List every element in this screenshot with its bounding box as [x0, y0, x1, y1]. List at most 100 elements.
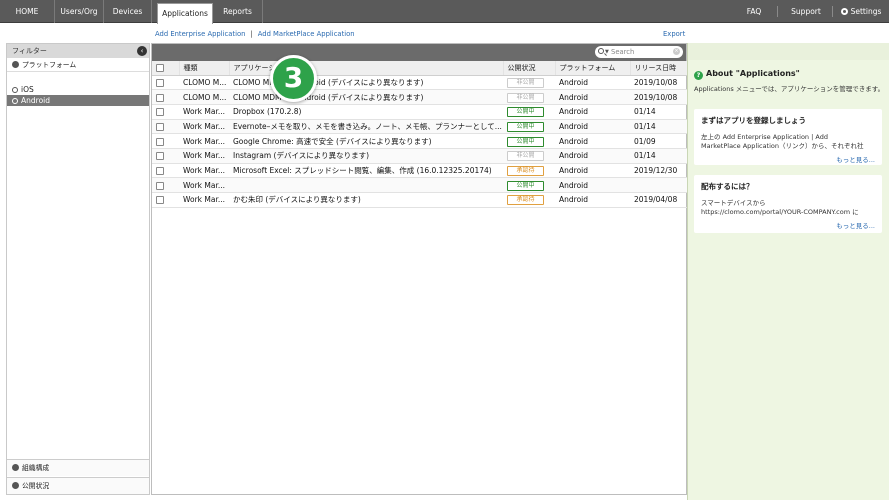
- tab-home[interactable]: HOME: [0, 0, 55, 23]
- select-all-checkbox[interactable]: [156, 63, 164, 72]
- platform-section-label: プラットフォーム: [22, 61, 77, 69]
- column-header-status[interactable]: 公開状況: [503, 61, 556, 76]
- row-checkbox[interactable]: [156, 181, 164, 190]
- help-description: Applications メニューでは、アプリケーションを管理できます。: [694, 85, 885, 93]
- row-checkbox[interactable]: [156, 78, 164, 87]
- table-row[interactable]: Work Mar... かむ朱印 (デバイスにより異なります) 承認待 Android…: [152, 192, 687, 208]
- radio-icon: [12, 87, 18, 93]
- table-row[interactable]: Work Mar... 公開中 Android: [152, 177, 687, 193]
- application-name-cell: [229, 177, 503, 193]
- search-placeholder: Search: [611, 48, 635, 56]
- table-row[interactable]: Work Mar... Evernote–メモを取り、メモを書き込み。ノート、メモ…: [152, 119, 687, 135]
- clear-icon[interactable]: ×: [673, 48, 680, 55]
- status-section-label: 公開状況: [22, 482, 50, 490]
- faq-link[interactable]: FAQ: [736, 0, 772, 23]
- table-row[interactable]: Work Mar... Google Chrome: 高速で安全 (デバイスにより…: [152, 133, 687, 149]
- release-date-cell: 01/14: [630, 104, 687, 120]
- type-cell: CLOMO M...: [179, 75, 229, 91]
- row-select-cell: [152, 133, 179, 149]
- platform-section-toggle[interactable]: プラットフォーム: [7, 58, 149, 72]
- column-header-platform[interactable]: プラットフォーム: [555, 61, 631, 76]
- platform-cell: Android: [555, 104, 630, 120]
- platform-android-label: Android: [21, 96, 50, 105]
- column-header-release-date[interactable]: リリース日時: [630, 61, 688, 76]
- row-checkbox[interactable]: [156, 108, 164, 117]
- table-row[interactable]: CLOMO M... CLOMO MDM for Android (デバイスにより…: [152, 89, 687, 105]
- search-input[interactable]: ▼ Search ×: [595, 46, 683, 58]
- table-row[interactable]: Work Mar... Dropbox (170.2.8) 公開中 Android 01…: [152, 104, 687, 120]
- type-cell: Work Mar...: [179, 163, 229, 179]
- applications-table: 種類 アプリケーション 公開状況 プラットフォーム リリース日時 CLOMO M…: [152, 61, 688, 208]
- status-cell: 非公開: [503, 148, 555, 164]
- gear-icon: [840, 8, 848, 15]
- step-number-badge: 3: [270, 55, 317, 102]
- help-title-text: About "Applications": [706, 69, 800, 78]
- nav-divider: [832, 6, 833, 17]
- platform-cell: Android: [555, 177, 630, 193]
- row-select-cell: [152, 119, 179, 135]
- release-date-cell: [630, 177, 687, 193]
- platform-filter-android[interactable]: Android: [7, 95, 149, 106]
- tab-users-org[interactable]: Users/Org: [55, 0, 104, 23]
- read-more-link[interactable]: もっと見る...: [701, 154, 875, 164]
- help-card-register: まずはアプリを登録しましょう 左上の Add Enterprise Applic…: [694, 109, 882, 165]
- status-badge: 非公開: [507, 77, 544, 88]
- tab-reports[interactable]: Reports: [213, 0, 263, 23]
- help-panel-header: [688, 43, 889, 60]
- release-date-cell: 01/14: [630, 148, 687, 164]
- release-date-cell: 01/09: [630, 133, 687, 149]
- type-cell: Work Mar...: [179, 192, 229, 208]
- expand-icon: [12, 464, 19, 471]
- chevron-down-icon: ▼: [605, 49, 609, 55]
- status-cell: 公開中: [503, 119, 555, 135]
- status-cell: 公開中: [503, 177, 555, 193]
- support-link[interactable]: Support: [785, 0, 827, 23]
- platform-ios-label: iOS: [21, 85, 34, 94]
- tab-devices[interactable]: Devices: [104, 0, 152, 23]
- filter-header: フィルター ‹: [7, 44, 149, 58]
- table-row[interactable]: Work Mar... Instagram (デバイスにより異なります) 非公開 An…: [152, 148, 687, 164]
- table-row[interactable]: CLOMO M... CLOMO MDM for Android (デバイスにより…: [152, 75, 687, 91]
- column-header-type[interactable]: 種類: [179, 61, 230, 76]
- settings-label: Settings: [850, 7, 882, 16]
- action-links: Add Enterprise Application | Add MarketPla…: [155, 30, 355, 38]
- row-select-cell: [152, 104, 179, 120]
- row-checkbox[interactable]: [156, 166, 164, 175]
- status-badge: 公開中: [507, 136, 544, 147]
- org-section-toggle[interactable]: 組織構成: [7, 459, 149, 476]
- row-select-cell: [152, 163, 179, 179]
- export-link[interactable]: Export: [663, 30, 685, 38]
- table-row[interactable]: Work Mar... Microsoft Excel: スプレッドシート閲覧、編…: [152, 163, 687, 179]
- platform-cell: Android: [555, 133, 630, 149]
- type-cell: Work Mar...: [179, 177, 229, 193]
- link-separator: |: [250, 30, 253, 38]
- status-section-toggle[interactable]: 公開状況: [7, 477, 149, 494]
- release-date-cell: 2019/10/08: [630, 75, 687, 91]
- status-cell: 非公開: [503, 75, 555, 91]
- add-marketplace-application-link[interactable]: Add MarketPlace Application: [258, 30, 355, 38]
- type-cell: Work Mar...: [179, 148, 229, 164]
- platform-cell: Android: [555, 89, 630, 105]
- platform-cell: Android: [555, 163, 630, 179]
- help-card-title: 配布するには？: [701, 182, 754, 191]
- add-enterprise-application-link[interactable]: Add Enterprise Application: [155, 30, 245, 38]
- status-cell: 承認待: [503, 192, 555, 208]
- row-checkbox[interactable]: [156, 196, 164, 205]
- collapse-sidebar-icon[interactable]: ‹: [137, 46, 147, 56]
- row-checkbox[interactable]: [156, 122, 164, 131]
- row-checkbox[interactable]: [156, 137, 164, 146]
- settings-link[interactable]: Settings: [837, 0, 885, 23]
- platform-cell: Android: [555, 75, 630, 91]
- platform-cell: Android: [555, 192, 630, 208]
- type-cell: Work Mar...: [179, 104, 229, 120]
- row-checkbox[interactable]: [156, 152, 164, 161]
- platform-filter-ios[interactable]: iOS: [7, 84, 149, 95]
- org-section-label: 組織構成: [22, 464, 50, 472]
- status-badge: 非公開: [507, 92, 544, 103]
- row-checkbox[interactable]: [156, 93, 164, 102]
- filter-title: フィルター: [12, 47, 47, 55]
- tab-applications[interactable]: Applications: [157, 3, 213, 24]
- select-all-header: [152, 61, 180, 76]
- read-more-link[interactable]: もっと見る...: [701, 220, 875, 230]
- application-name-cell: Dropbox (170.2.8): [229, 104, 503, 120]
